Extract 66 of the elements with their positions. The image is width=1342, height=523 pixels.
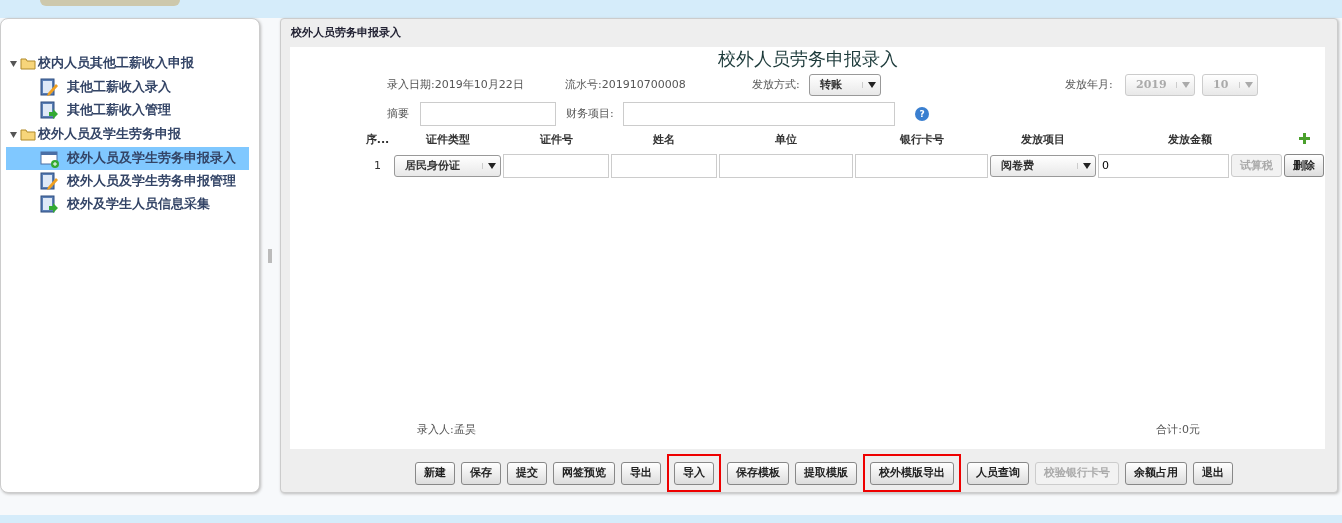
window-add-icon <box>40 148 59 168</box>
toolbar-button[interactable]: 保存模板 <box>727 461 789 485</box>
column-header: 发放项目 <box>1020 132 1066 149</box>
folder-icon <box>20 56 36 70</box>
toolbar-button[interactable]: 人员查询 <box>967 461 1029 485</box>
sidebar-item[interactable]: 校外人员及学生劳务申报录入 <box>6 146 249 170</box>
column-header: 发放金额 <box>1167 132 1213 149</box>
pay-period-label: 发放年月: <box>1065 77 1114 94</box>
folder-icon <box>20 127 36 141</box>
caret-icon <box>487 162 496 169</box>
id-number-input[interactable] <box>503 153 609 178</box>
help-icon[interactable]: ? <box>915 107 929 122</box>
column-header: 姓名 <box>652 132 676 149</box>
pencil-document-icon <box>40 77 59 97</box>
toolbar-button[interactable]: 提交 <box>507 461 547 485</box>
toolbar-button[interactable]: 退出 <box>1193 461 1233 485</box>
toolbar-button[interactable]: 网签预览 <box>553 461 615 485</box>
splitter-handle[interactable] <box>268 248 272 263</box>
toolbar-button[interactable]: 导出 <box>621 461 661 485</box>
entered-by: 录入人:孟昊 <box>417 422 476 438</box>
finance-item-input[interactable] <box>623 102 895 127</box>
toolbar-button[interactable]: 新建 <box>415 461 455 485</box>
name-input[interactable] <box>611 153 717 178</box>
document-arrow-icon <box>40 194 59 214</box>
sidebar-item[interactable]: 其他工薪收入管理 <box>6 98 249 122</box>
pay-method-label: 发放方式: <box>752 77 801 94</box>
sidebar-group[interactable]: 校内人员其他工薪收入申报 <box>38 54 194 73</box>
caret-icon <box>867 82 876 89</box>
column-header: 序... <box>364 132 391 149</box>
toolbar-button[interactable]: 余额占用 <box>1125 461 1187 485</box>
expanded-triangle-icon[interactable] <box>9 129 18 139</box>
serial-number: 流水号:201910700008 <box>565 77 687 94</box>
panel-title: 校外人员劳务申报录入 <box>290 25 402 41</box>
sidebar-group[interactable]: 校外人员及学生劳务申报 <box>38 124 181 144</box>
finance-item-label: 财务项目: <box>566 106 615 123</box>
document-arrow-icon <box>40 100 59 120</box>
sidebar-item[interactable]: 其他工薪收入录入 <box>6 75 249 99</box>
amount-input[interactable]: 0 <box>1098 153 1229 178</box>
toolbar-button[interactable]: 保存 <box>461 461 501 485</box>
pay-item-select[interactable]: 阅卷费 <box>990 154 1096 177</box>
column-header: 银行卡号 <box>898 132 945 149</box>
caret-icon <box>1181 82 1190 89</box>
column-header: 证件类型 <box>424 132 471 149</box>
caret-icon <box>1244 82 1253 89</box>
bank-card-input[interactable] <box>855 153 988 178</box>
form-title: 校外人员劳务申报录入 <box>716 48 899 69</box>
summary-label: 摘要 <box>387 106 410 123</box>
unit-input[interactable] <box>719 153 853 178</box>
caret-icon <box>1082 162 1091 169</box>
toolbar-button[interactable]: 校外模版导出 <box>870 461 954 485</box>
pencil-document-icon <box>40 171 59 191</box>
toolbar-button[interactable]: 导入 <box>674 461 714 485</box>
add-row-icon[interactable] <box>1298 132 1310 144</box>
summary-input[interactable] <box>420 102 556 127</box>
delete-button[interactable]: 删除 <box>1284 154 1324 178</box>
sidebar-item[interactable]: 校外人员及学生劳务申报管理 <box>6 169 249 193</box>
entry-date: 录入日期:2019年10月22日 <box>387 77 525 94</box>
pay-method-select[interactable]: 转账 <box>809 74 881 97</box>
column-header: 证件号 <box>538 132 574 149</box>
row-number: 1 <box>374 158 381 172</box>
expanded-triangle-icon[interactable] <box>9 58 18 68</box>
total-amount: 合计:0元 <box>1156 422 1200 438</box>
toolbar-button[interactable]: 提取模版 <box>795 461 857 485</box>
id-type-select[interactable]: 居民身份证 <box>394 154 501 177</box>
sidebar-item[interactable]: 校外及学生人员信息采集 <box>6 192 249 216</box>
column-header: 单位 <box>774 132 798 149</box>
